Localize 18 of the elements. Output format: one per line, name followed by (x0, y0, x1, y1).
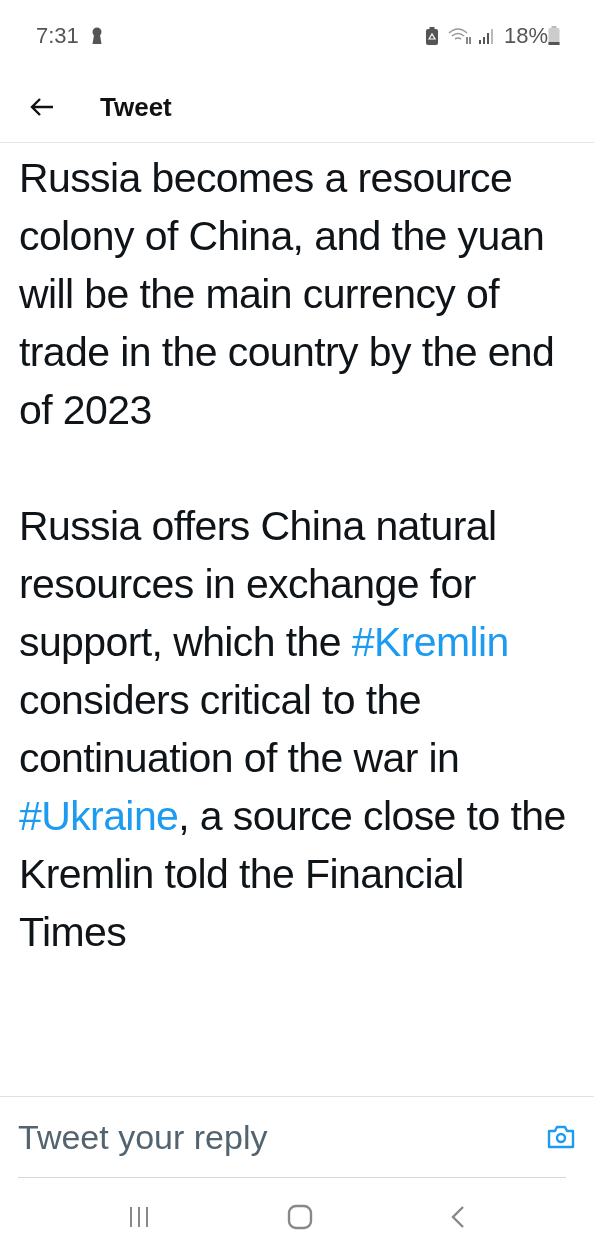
home-icon (287, 1203, 313, 1230)
clock: 7:31 (36, 23, 79, 49)
keyhole-icon (90, 27, 103, 45)
page-title: Tweet (100, 91, 172, 123)
battery-icon (548, 26, 560, 46)
battery-percent: 18% (503, 23, 548, 49)
camera-button[interactable] (546, 1124, 576, 1150)
tweet-text: Russia offers China natural resources in exchange for support, which the #Kremlin considers critical to the continuation of the war in #Ukraine, a source close to the Kremlin told the Financial Times (19, 502, 567, 957)
hashtag-link[interactable]: #Ukraine (19, 793, 179, 839)
chevron-left-icon (449, 1204, 466, 1229)
battery-saver-icon (425, 27, 438, 45)
tweet-text: Russia becomes a resource colony of China, and the yuan will be the main currency of trade in the country by the end of 2023 (19, 154, 556, 435)
hashtag-link[interactable]: #Kremlin (351, 619, 509, 665)
recent-apps-icon (128, 1205, 151, 1228)
camera-icon (546, 1124, 576, 1150)
back-arrow-icon (30, 97, 54, 117)
wifi-icon (447, 27, 474, 45)
signal-icon (477, 27, 496, 45)
